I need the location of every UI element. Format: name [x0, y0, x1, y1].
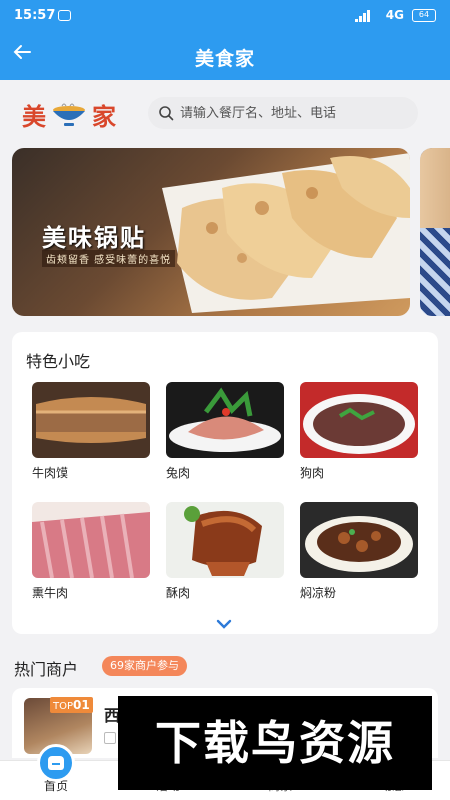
- search-icon: [159, 106, 174, 121]
- search-bar[interactable]: [148, 97, 418, 129]
- location-icon: [104, 732, 116, 744]
- bowl-icon: [53, 103, 85, 126]
- status-time: 15:57: [14, 8, 56, 23]
- banner-subtitle: 齿颊留香 感受味蕾的喜悦: [42, 250, 176, 267]
- food-item-crispy-pork[interactable]: 酥肉: [166, 502, 284, 601]
- merchant-count-badge: 69家商户参与: [102, 656, 187, 676]
- logo-char-left: 美: [22, 101, 46, 131]
- beef-bun-image: [32, 382, 150, 458]
- food-item-rabbit[interactable]: 兔肉: [166, 382, 284, 481]
- page-title: 美食家: [194, 48, 255, 70]
- home-icon[interactable]: [37, 744, 75, 782]
- banner-title: 美味锅贴: [42, 223, 146, 252]
- notification-icon: [58, 10, 71, 21]
- promo-banner[interactable]: 美味锅贴 齿颊留香 感受味蕾的喜悦: [12, 148, 410, 316]
- featured-snacks-card: 特色小吃 牛肉馍 兔肉 狗肉 熏牛肉 酥肉 焖凉粉: [12, 332, 438, 634]
- section-title: 特色小吃: [26, 352, 91, 371]
- status-bar: 15:57 4G 64: [0, 0, 450, 32]
- food-item-beef-bun[interactable]: 牛肉馍: [32, 382, 150, 481]
- nav-bar: 美食家: [0, 32, 450, 80]
- app-logo: 美 家: [22, 96, 126, 132]
- watermark-overlay: 下载鸟资源: [118, 696, 432, 790]
- signal-icon: [355, 10, 370, 22]
- food-item-braised-jelly[interactable]: 焖凉粉: [300, 502, 418, 601]
- braised-jelly-image: [300, 502, 418, 578]
- battery-icon: 64: [412, 9, 436, 22]
- food-item-dog-meat[interactable]: 狗肉: [300, 382, 418, 481]
- food-item-smoked-beef[interactable]: 熏牛肉: [32, 502, 150, 601]
- food-label: 兔肉: [166, 466, 191, 480]
- next-banner-peek[interactable]: [420, 148, 450, 316]
- rabbit-meat-image: [166, 382, 284, 458]
- rank-badge: TOP01: [50, 697, 93, 713]
- food-label: 酥肉: [166, 586, 191, 600]
- food-label: 狗肉: [300, 466, 325, 480]
- food-label: 熏牛肉: [32, 586, 69, 600]
- logo-char-right: 家: [92, 101, 116, 131]
- network-type: 4G: [385, 8, 404, 22]
- hot-merchants-title: 热门商户: [14, 660, 79, 679]
- smoked-beef-image: [32, 502, 150, 578]
- chevron-down-icon[interactable]: [212, 616, 236, 632]
- food-label: 牛肉馍: [32, 466, 69, 480]
- crispy-pork-image: [166, 502, 284, 578]
- food-label: 焖凉粉: [300, 586, 337, 600]
- dog-meat-image: [300, 382, 418, 458]
- search-input[interactable]: [180, 105, 410, 121]
